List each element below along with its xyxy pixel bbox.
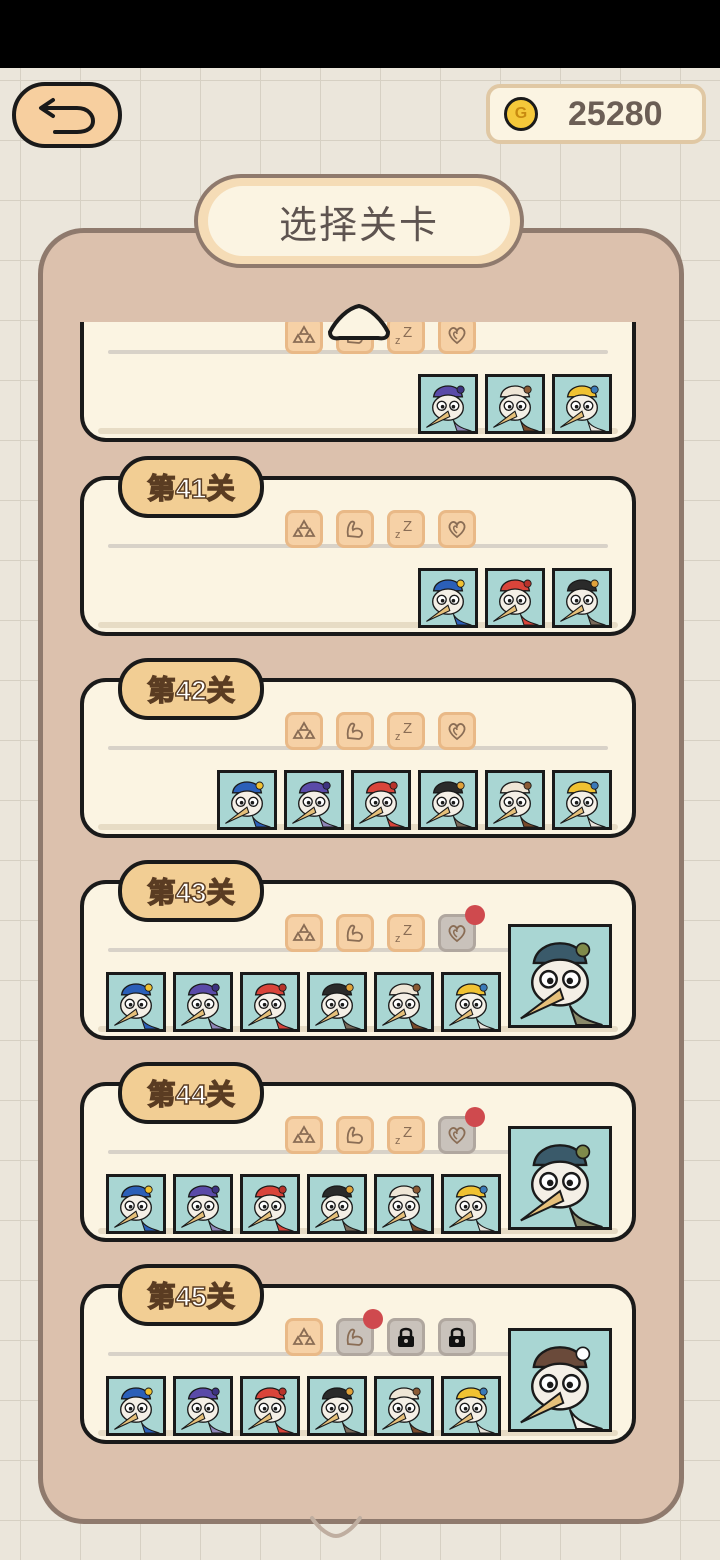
coin-counter: G 25280 (486, 84, 706, 144)
triangles-tag-icon[interactable] (285, 712, 323, 750)
level-list[interactable]: z Zz Z 第41关 z Z 第42关 z Z 第43关 z Z 第44关 第45关 (72, 322, 648, 1452)
svg-text:z: z (395, 933, 401, 945)
alert-dot (465, 905, 485, 925)
coin-value: 25280 (568, 94, 663, 133)
svg-text:Z: Z (403, 720, 412, 737)
heart-tag-icon[interactable] (438, 1107, 485, 1154)
scroll-up-icon[interactable] (326, 302, 392, 342)
enemy-portrait-fedora-bird[interactable] (418, 770, 478, 830)
svg-text:Z: Z (403, 518, 412, 535)
status-bar (0, 0, 720, 68)
enemy-portrait-jester[interactable] (106, 972, 166, 1032)
sleep-tag-icon[interactable]: zZ (387, 914, 425, 952)
enemy-portrait-turban-elder[interactable] (552, 770, 612, 830)
level-badge: 第42关 (118, 658, 264, 720)
enemy-portrait-turban-elder[interactable] (441, 1174, 501, 1234)
svg-text:z: z (395, 1135, 401, 1147)
muscle-tag-icon[interactable] (336, 712, 374, 750)
level-badge: 第44关 (118, 1062, 264, 1124)
enemy-portrait-wizard[interactable] (173, 1174, 233, 1234)
muscle-tag-icon[interactable] (336, 1309, 383, 1356)
svg-text:z: z (395, 529, 401, 541)
enemy-portrait-jester[interactable] (106, 1174, 166, 1234)
sleep-tag-icon[interactable]: zZ (387, 712, 425, 750)
level-badge: 第45关 (118, 1264, 264, 1326)
triangles-tag-icon[interactable] (285, 914, 323, 952)
coin-icon: G (504, 97, 538, 131)
enemy-portrait-wizard[interactable] (173, 972, 233, 1032)
triangles-tag-icon[interactable] (285, 1318, 323, 1356)
title-plate: 选择关卡 (194, 174, 524, 268)
sleep-tag-icon[interactable]: zZ (387, 1116, 425, 1154)
level-badge: 第43关 (118, 860, 264, 922)
boss-portrait-medusa-bird[interactable] (508, 1126, 612, 1230)
muscle-tag-icon[interactable] (336, 914, 374, 952)
heart-tag-icon[interactable] (438, 905, 485, 952)
sleep-tag-icon[interactable]: zZ (387, 322, 425, 354)
muscle-tag-icon[interactable] (336, 1116, 374, 1154)
alert-dot (363, 1309, 383, 1329)
enemy-portrait-jester[interactable] (106, 1376, 166, 1436)
level-badge: 第41关 (118, 456, 264, 518)
svg-text:Z: Z (403, 922, 412, 939)
enemy-portrait-feather-chief[interactable] (374, 1376, 434, 1436)
enemy-portrait-wizard[interactable] (418, 374, 478, 434)
enemy-portrait-wizard[interactable] (173, 1376, 233, 1436)
enemy-portrait-feather-chief[interactable] (374, 972, 434, 1032)
back-button[interactable] (12, 82, 122, 148)
boss-portrait-professor-bird[interactable] (508, 1328, 612, 1432)
triangles-tag-icon[interactable] (285, 322, 323, 354)
sleep-tag-icon[interactable]: zZ (387, 510, 425, 548)
heart-tag-icon[interactable] (438, 510, 476, 548)
boss-portrait-medusa-bird[interactable] (508, 924, 612, 1028)
heart-tag-icon[interactable] (438, 322, 476, 354)
enemy-portrait-feather-chief[interactable] (485, 770, 545, 830)
muscle-tag-icon[interactable] (336, 510, 374, 548)
enemy-portrait-turban-elder[interactable] (552, 374, 612, 434)
enemy-portrait-jester[interactable] (418, 568, 478, 628)
enemy-portrait-jester[interactable] (217, 770, 277, 830)
enemy-portrait-turban-elder[interactable] (441, 1376, 501, 1436)
enemy-portrait-turban-elder[interactable] (441, 972, 501, 1032)
enemy-portrait-fedora-bird[interactable] (307, 972, 367, 1032)
enemy-portrait-fedora-bird[interactable] (552, 568, 612, 628)
enemy-portrait-red-rooster[interactable] (485, 568, 545, 628)
triangles-tag-icon[interactable] (285, 1116, 323, 1154)
enemy-portrait-fedora-bird[interactable] (307, 1376, 367, 1436)
enemy-portrait-red-rooster[interactable] (240, 1376, 300, 1436)
enemy-portrait-red-rooster[interactable] (351, 770, 411, 830)
svg-text:Z: Z (403, 324, 412, 341)
enemy-portrait-fedora-bird[interactable] (307, 1174, 367, 1234)
svg-text:Z: Z (403, 1124, 412, 1141)
enemy-portrait-red-rooster[interactable] (240, 1174, 300, 1234)
lock-tag-icon[interactable] (438, 1318, 476, 1356)
enemy-portrait-wizard[interactable] (284, 770, 344, 830)
enemy-portrait-feather-chief[interactable] (485, 374, 545, 434)
triangles-tag-icon[interactable] (285, 510, 323, 548)
heart-tag-icon[interactable] (438, 712, 476, 750)
enemy-portrait-feather-chief[interactable] (374, 1174, 434, 1234)
enemy-portrait-red-rooster[interactable] (240, 972, 300, 1032)
back-arrow-icon (39, 98, 96, 134)
alert-dot (465, 1107, 485, 1127)
svg-text:z: z (395, 731, 401, 743)
page-title: 选择关卡 (208, 186, 510, 256)
svg-text:z: z (395, 335, 401, 347)
lock-tag-icon[interactable] (387, 1318, 425, 1356)
scroll-down-icon[interactable] (306, 1512, 366, 1540)
